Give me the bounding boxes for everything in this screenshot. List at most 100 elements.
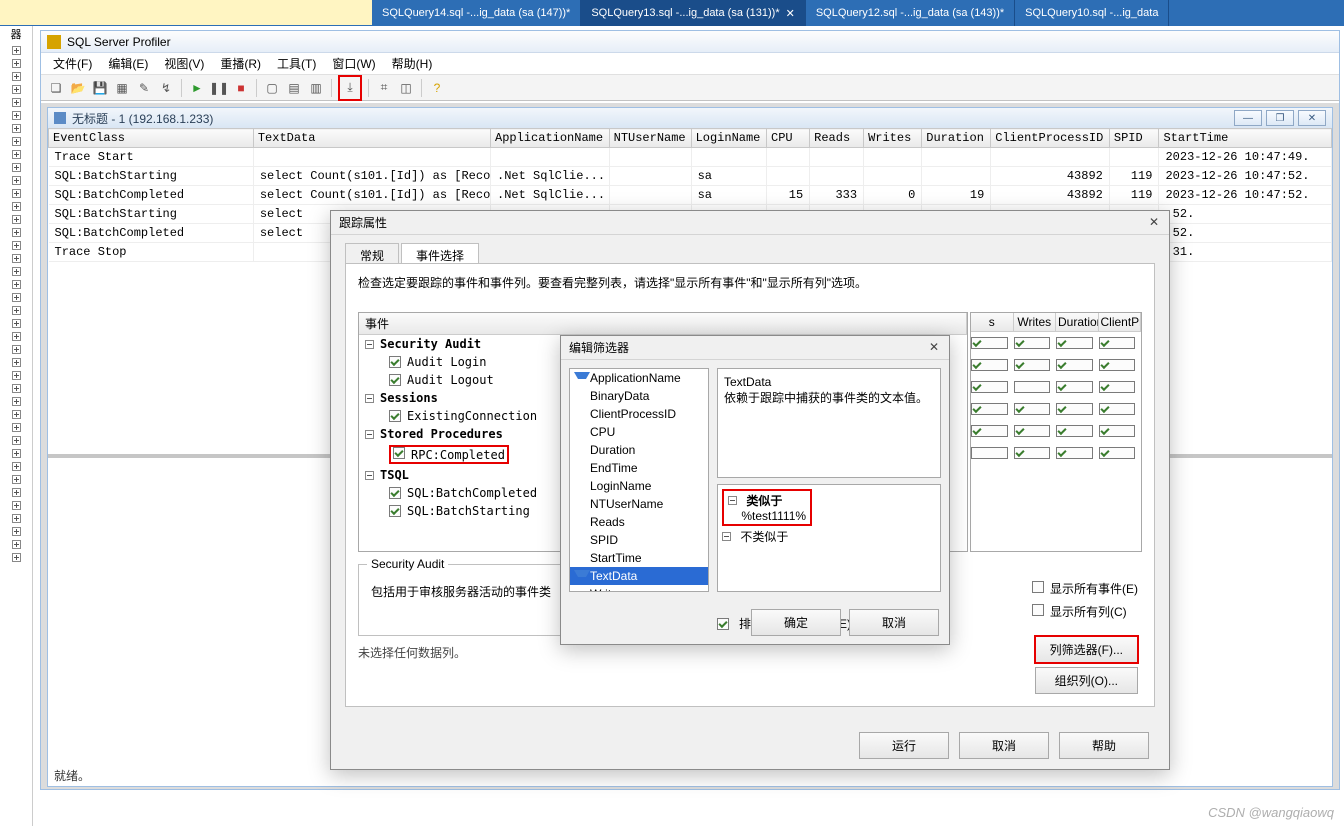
event-item[interactable]: Audit Logout [407, 373, 494, 387]
tree-expand-icon[interactable] [12, 72, 21, 81]
run-button[interactable]: 运行 [859, 732, 949, 759]
column-header[interactable]: Duration [922, 129, 991, 148]
sql-tab[interactable]: SQLQuery12.sql -...ig_data (sa (143))* [806, 0, 1015, 26]
cancel-button[interactable]: 取消 [959, 732, 1049, 759]
perf-icon[interactable]: ◫ [397, 79, 415, 97]
open-icon[interactable]: 📂 [69, 79, 87, 97]
grid-checkbox[interactable] [1056, 376, 1099, 398]
column-checks-grid[interactable]: s Writes Duration ClientProce [970, 312, 1142, 552]
menu-window[interactable]: 窗口(W) [326, 53, 381, 74]
new-trace-icon[interactable]: ❏ [47, 79, 65, 97]
filter-column-item[interactable]: Reads [570, 513, 708, 531]
column-header[interactable]: LoginName [691, 129, 766, 148]
tree-expand-icon[interactable] [12, 202, 21, 211]
event-checkbox[interactable] [389, 410, 401, 422]
grid-checkbox[interactable] [1099, 376, 1142, 398]
minimize-button[interactable]: — [1234, 110, 1262, 126]
tree-collapse-icon[interactable] [728, 496, 737, 505]
menu-edit[interactable]: 编辑(E) [102, 53, 154, 74]
grid-checkbox[interactable] [1099, 332, 1142, 354]
tree-expand-icon[interactable] [12, 215, 21, 224]
grid-checkbox[interactable] [1056, 354, 1099, 376]
menu-file[interactable]: 文件(F) [47, 53, 98, 74]
event-checkbox[interactable] [393, 447, 405, 459]
tree-expand-icon[interactable] [12, 124, 21, 133]
sql-tab[interactable]: SQLQuery14.sql -...ig_data (sa (147))* [372, 0, 581, 26]
grid-checkbox[interactable] [1099, 354, 1142, 376]
filter-criteria-tree[interactable]: 类似于 %test1111% 不类似于 [717, 484, 941, 592]
table-row[interactable]: SQL:BatchCompletedselect Count(s101.[Id]… [49, 186, 1332, 205]
tree-expand-icon[interactable] [12, 241, 21, 250]
grid-checkbox[interactable] [1014, 332, 1057, 354]
column-header[interactable]: SPID [1109, 129, 1159, 148]
maximize-button[interactable]: ❐ [1266, 110, 1294, 126]
grid-checkbox[interactable] [1099, 442, 1142, 464]
tree-expand-icon[interactable] [12, 514, 21, 523]
analysis-icon[interactable]: ⌗ [375, 79, 393, 97]
grid-checkbox[interactable] [1056, 442, 1099, 464]
sql-tab[interactable]: SQLQuery10.sql -...ig_data [1015, 0, 1169, 26]
tree-expand-icon[interactable] [12, 189, 21, 198]
grid-checkbox[interactable] [1099, 420, 1142, 442]
tree-expand-icon[interactable] [12, 59, 21, 68]
like-value[interactable]: %test1111% [741, 509, 806, 523]
grid-checkbox[interactable] [971, 442, 1014, 464]
tree-expand-icon[interactable] [12, 384, 21, 393]
tree-expand-icon[interactable] [12, 163, 21, 172]
scroll-icon[interactable]: ⤓ [341, 79, 359, 97]
tree-expand-icon[interactable] [12, 423, 21, 432]
grid-checkbox[interactable] [1014, 376, 1057, 398]
grid-checkbox[interactable] [1099, 398, 1142, 420]
tree-expand-icon[interactable] [12, 540, 21, 549]
grid-checkbox[interactable] [1014, 398, 1057, 420]
grid-checkbox[interactable] [971, 376, 1014, 398]
template-icon[interactable]: ✎ [135, 79, 153, 97]
grid-checkbox[interactable] [1014, 420, 1057, 442]
help-icon[interactable]: ? [428, 79, 446, 97]
tree-expand-icon[interactable] [12, 553, 21, 562]
close-button[interactable]: ✕ [1298, 110, 1326, 126]
tree-expand-icon[interactable] [12, 306, 21, 315]
column-list[interactable]: ApplicationNameBinaryDataClientProcessID… [569, 368, 709, 592]
event-item[interactable]: RPC:Completed [411, 448, 505, 462]
filter-column-item[interactable]: StartTime [570, 549, 708, 567]
column-header[interactable]: ApplicationName [491, 129, 610, 148]
tree-expand-icon[interactable] [12, 267, 21, 276]
grid-checkbox[interactable] [1056, 398, 1099, 420]
tree-collapse-icon[interactable] [365, 340, 374, 349]
tree-expand-icon[interactable] [12, 501, 21, 510]
event-item[interactable]: ExistingConnection [407, 409, 537, 423]
close-icon[interactable]: ✕ [786, 7, 795, 20]
ok-button[interactable]: 确定 [751, 609, 841, 636]
column-header[interactable]: TextData [253, 129, 490, 148]
properties-icon[interactable]: ▦ [113, 79, 131, 97]
menu-view[interactable]: 视图(V) [158, 53, 210, 74]
extract-icon[interactable]: ↯ [157, 79, 175, 97]
tree-expand-icon[interactable] [12, 488, 21, 497]
tree-expand-icon[interactable] [12, 280, 21, 289]
clear-icon[interactable]: ▢ [263, 79, 281, 97]
table-row[interactable]: SQL:BatchStartingselect Count(s101.[Id])… [49, 167, 1332, 186]
tree-expand-icon[interactable] [12, 254, 21, 263]
filter-column-item[interactable]: SPID [570, 531, 708, 549]
menu-tools[interactable]: 工具(T) [271, 53, 322, 74]
tree-expand-icon[interactable] [12, 150, 21, 159]
event-checkbox[interactable] [389, 356, 401, 368]
tree-expand-icon[interactable] [12, 98, 21, 107]
column-header[interactable]: ClientProcessID [991, 129, 1110, 148]
grid-checkbox[interactable] [971, 420, 1014, 442]
stop-icon[interactable]: ■ [232, 79, 250, 97]
event-checkbox[interactable] [389, 505, 401, 517]
filter-column-item[interactable]: BinaryData [570, 387, 708, 405]
filter-column-item[interactable]: NTUserName [570, 495, 708, 513]
event-checkbox[interactable] [389, 487, 401, 499]
sql-tab[interactable]: SQLQuery13.sql -...ig_data (sa (131))*✕ [581, 0, 806, 26]
filter-column-item[interactable]: CPU [570, 423, 708, 441]
organize-cols-button[interactable]: 组织列(O)... [1035, 667, 1138, 694]
tree-expand-icon[interactable] [12, 436, 21, 445]
tree-expand-icon[interactable] [12, 345, 21, 354]
tree-collapse-icon[interactable] [365, 430, 374, 439]
menu-replay[interactable]: 重播(R) [214, 53, 267, 74]
close-icon[interactable]: ✕ [1145, 215, 1163, 231]
find-icon[interactable]: ▤ [285, 79, 303, 97]
